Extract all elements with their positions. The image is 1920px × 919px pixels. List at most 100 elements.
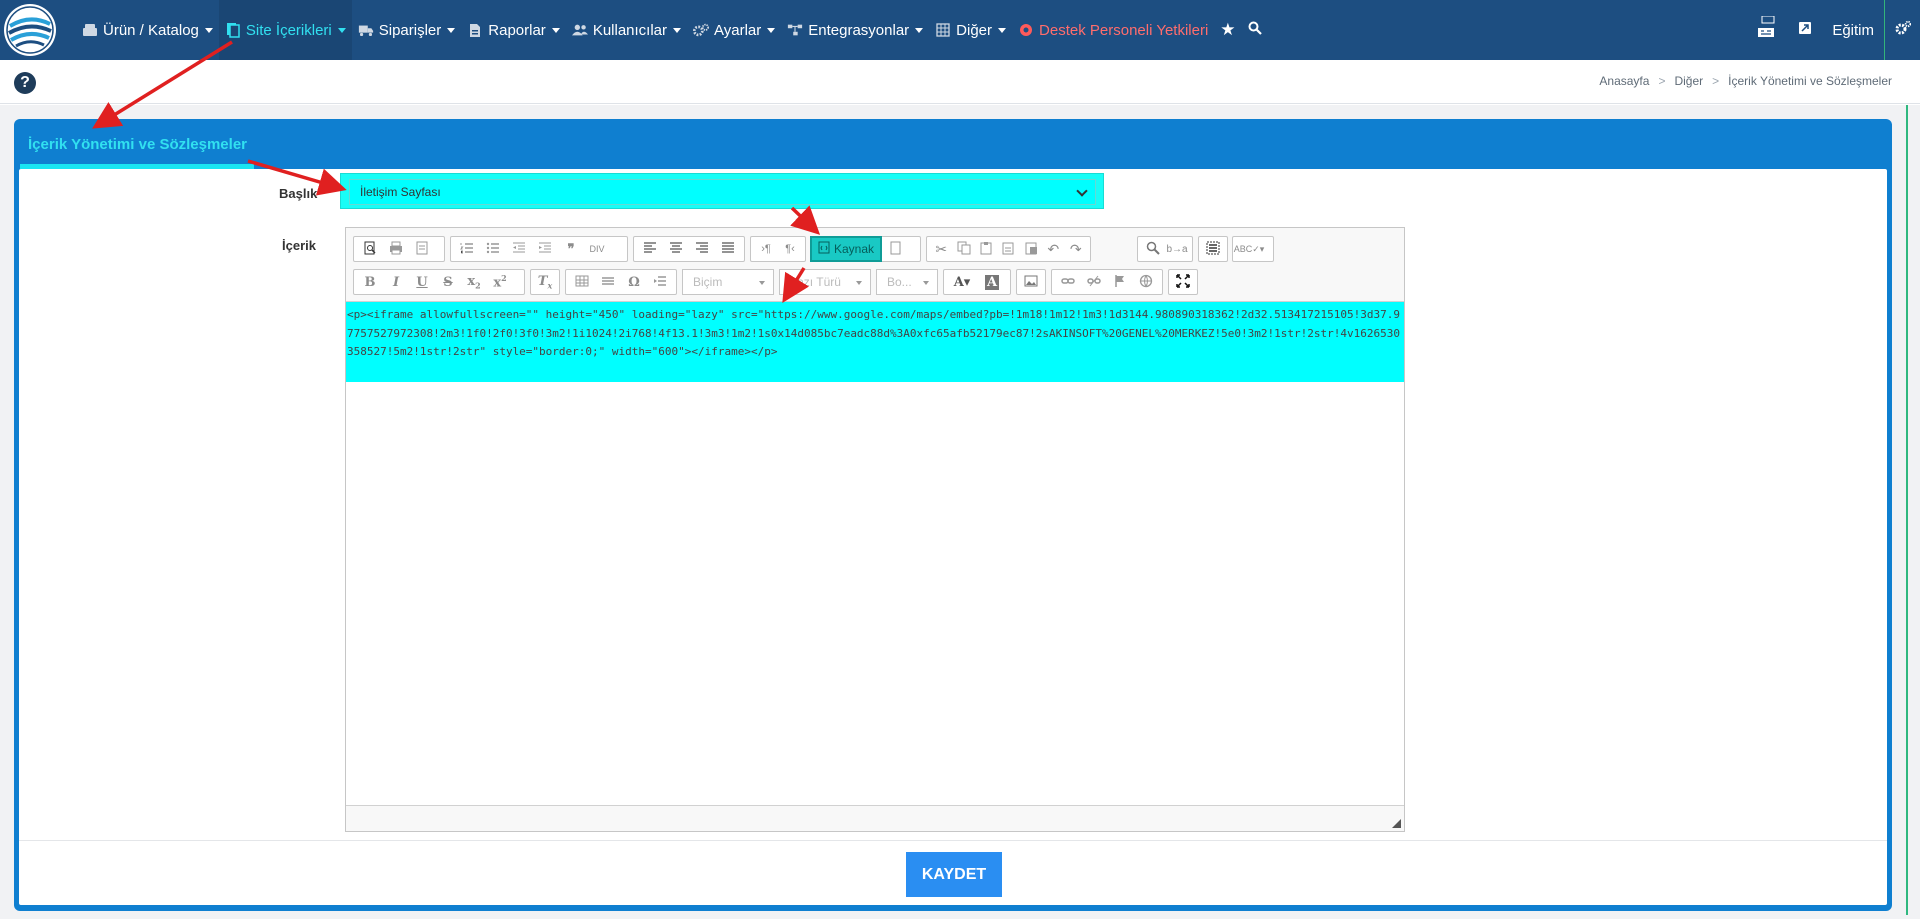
remove-format-button[interactable]: Tx xyxy=(534,270,556,294)
subscript-button[interactable]: x2 xyxy=(461,270,487,294)
paste-text-icon xyxy=(1001,241,1015,258)
find-button[interactable] xyxy=(1141,237,1165,261)
horizontal-line-button[interactable] xyxy=(595,270,621,294)
preview-icon xyxy=(363,241,377,258)
paste-word-button[interactable] xyxy=(1020,237,1042,261)
subheader: ? Anasayfa > Diğer > İçerik Yönetimi ve … xyxy=(0,60,1920,104)
italic-button[interactable]: I xyxy=(383,270,409,294)
align-center-button[interactable] xyxy=(663,237,689,261)
print-button[interactable] xyxy=(383,237,409,261)
help-icon[interactable]: ? xyxy=(14,72,36,94)
link-button[interactable] xyxy=(1055,270,1081,294)
superscript-button[interactable]: x2 xyxy=(487,270,513,294)
format-combo[interactable]: Biçim xyxy=(682,269,774,295)
breadcrumb-other[interactable]: Diğer xyxy=(1674,74,1703,88)
iframe-button[interactable] xyxy=(1133,270,1159,294)
strikethrough-button[interactable]: S xyxy=(435,270,461,294)
select-all-button[interactable] xyxy=(1202,237,1224,261)
table-button[interactable] xyxy=(569,270,595,294)
breadcrumb-current: İçerik Yönetimi ve Sözleşmeler xyxy=(1728,74,1892,88)
toolbar-image-group xyxy=(1016,269,1046,295)
copy-button[interactable] xyxy=(952,237,974,261)
page-break-button[interactable] xyxy=(647,270,673,294)
nav-item-settings[interactable]: Ayarlar xyxy=(687,0,781,60)
nav-item-integrations[interactable]: Entegrasyonlar xyxy=(781,0,929,60)
nav-item-orders[interactable]: Siparişler xyxy=(352,0,462,60)
breadcrumb-home[interactable]: Anasayfa xyxy=(1599,74,1649,88)
font-size-combo[interactable]: Bo... xyxy=(876,269,938,295)
title-select[interactable]: İletişim Sayfası xyxy=(340,173,1104,209)
templates-button[interactable] xyxy=(409,237,435,261)
paste-word-icon xyxy=(1024,241,1038,258)
numbered-list-button[interactable] xyxy=(454,237,480,261)
keyboard-language-button[interactable] xyxy=(1746,0,1788,60)
anchor-button[interactable] xyxy=(1107,270,1133,294)
resize-handle-icon[interactable] xyxy=(1392,819,1401,828)
settings-gear-button[interactable] xyxy=(1884,0,1920,60)
redo-button[interactable]: ↷ xyxy=(1065,237,1087,261)
nav-item-users[interactable]: Kullanıcılar xyxy=(566,0,687,60)
image-button[interactable] xyxy=(1020,270,1042,294)
rtl-button[interactable]: ¶‹ xyxy=(778,237,802,261)
nav-item-site-content[interactable]: Site İçerikleri xyxy=(218,0,352,60)
spellcheck-button[interactable]: ABC✓▾ xyxy=(1234,237,1265,261)
source-code-textarea[interactable]: <p><iframe allowfullscreen="" height="45… xyxy=(346,302,1404,382)
nav-search-button[interactable] xyxy=(1242,0,1268,60)
bullet-list-button[interactable] xyxy=(480,237,506,261)
replace-button[interactable]: b→a xyxy=(1165,237,1189,261)
brand-logo[interactable] xyxy=(4,4,56,56)
paste-button[interactable] xyxy=(975,237,997,261)
navbar-right: Eğitim xyxy=(1746,0,1920,60)
chevron-down-icon xyxy=(337,27,346,33)
toolbar-spellcheck-group: ABC✓▾ xyxy=(1232,236,1274,262)
external-link-icon xyxy=(1798,21,1812,39)
nav-item-reports[interactable]: Raporlar xyxy=(461,0,566,60)
nav-item-catalog[interactable]: Ürün / Katalog xyxy=(76,0,219,60)
unlink-button[interactable] xyxy=(1081,270,1107,294)
bg-color-button[interactable]: A xyxy=(977,270,1007,294)
training-link[interactable]: Eğitim xyxy=(1822,0,1884,60)
content-label: İçerik xyxy=(282,238,316,253)
nav-item-support-permissions[interactable]: Destek Personeli Yetkileri xyxy=(1012,0,1214,60)
undo-button[interactable]: ↶ xyxy=(1042,237,1064,261)
paste-text-button[interactable] xyxy=(997,237,1019,261)
panel-title: İçerik Yönetimi ve Sözleşmeler xyxy=(28,136,248,153)
clear-format-icon: Tx xyxy=(537,273,553,291)
globe-icon xyxy=(1139,274,1153,291)
title-select-value[interactable]: İletişim Sayfası xyxy=(349,179,1096,205)
breadcrumb-separator: > xyxy=(1658,74,1666,88)
bold-button[interactable]: B xyxy=(357,270,383,294)
save-button[interactable]: KAYDET xyxy=(906,852,1002,897)
div-container-button[interactable]: DIV xyxy=(584,237,610,261)
underline-button[interactable]: U xyxy=(409,270,435,294)
indent-button[interactable] xyxy=(532,237,558,261)
nav-item-other[interactable]: Diğer xyxy=(929,0,1012,60)
align-justify-button[interactable] xyxy=(715,237,741,261)
external-link-button[interactable] xyxy=(1788,0,1822,60)
special-char-button[interactable]: Ω xyxy=(621,270,647,294)
redo-icon: ↷ xyxy=(1069,240,1082,257)
toolbar-clipboard-group: ✂ ↶ ↷ xyxy=(926,236,1091,262)
favorites-star-button[interactable]: ★ xyxy=(1214,0,1241,60)
maximize-doc-button[interactable] xyxy=(882,237,908,261)
text-ltr-icon: ›¶ xyxy=(761,243,771,255)
preview-button[interactable] xyxy=(357,237,383,261)
document-icon xyxy=(888,241,902,258)
text-color-button[interactable]: A▾ xyxy=(947,270,977,294)
maximize-button[interactable] xyxy=(1172,270,1194,294)
gears-icon xyxy=(693,22,710,38)
font-family-combo[interactable]: Yazı Türü xyxy=(779,269,871,295)
outdent-button[interactable] xyxy=(506,237,532,261)
catalog-icon xyxy=(82,22,98,38)
cut-button[interactable]: ✂ xyxy=(930,237,952,261)
strikethrough-icon: S xyxy=(443,274,453,290)
toolbar-selectall-group xyxy=(1198,236,1228,262)
truck-icon xyxy=(358,22,374,38)
source-button[interactable]: Kaynak xyxy=(810,236,882,262)
toolbar-find-group: b→a xyxy=(1137,236,1193,262)
align-left-button[interactable] xyxy=(637,237,663,261)
users-icon xyxy=(571,22,588,38)
blockquote-button[interactable]: ❞ xyxy=(558,237,584,261)
align-right-button[interactable] xyxy=(689,237,715,261)
ltr-button[interactable]: ›¶ xyxy=(754,237,778,261)
